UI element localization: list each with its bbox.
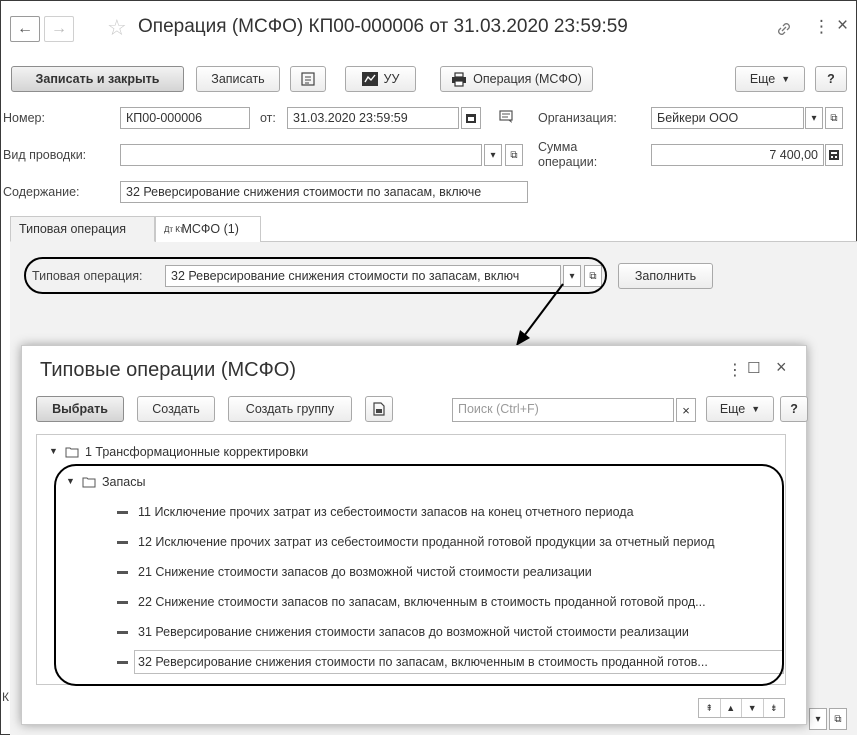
open-form-icon: ⧉ — [830, 112, 838, 124]
chevron-down-icon: ▾ — [811, 112, 817, 124]
more-button[interactable]: Еще ▼ — [735, 66, 805, 92]
chevron-down-icon: ▾ — [815, 713, 821, 725]
report-icon — [361, 72, 378, 86]
export-button[interactable] — [365, 396, 393, 422]
search-clear-button[interactable]: × — [676, 398, 696, 422]
tree-row-group[interactable]: ▼ 1 Трансформационные корректировки — [37, 437, 785, 467]
save-to-file-icon — [373, 402, 385, 416]
sum-label-line2: операции: — [538, 155, 598, 169]
window-title: Операция (МСФО) КП00-000006 от 31.03.202… — [138, 16, 628, 37]
calculator-icon — [829, 150, 839, 160]
forward-arrow-icon: → — [44, 16, 74, 42]
number-field[interactable]: КП00-000006 — [120, 107, 250, 129]
create-group-button[interactable]: Создать группу — [228, 396, 352, 422]
back-arrow-icon: ← — [10, 16, 40, 42]
chevron-down-icon: ▼ — [781, 74, 791, 84]
typical-operations-dialog: Типовые операции (МСФО) ⋮ ☐ × Выбрать Со… — [21, 345, 808, 725]
printer-icon — [452, 71, 467, 87]
content-field[interactable]: 32 Реверсирование снижения стоимости по … — [120, 181, 528, 203]
dialog-title: Типовые операции (МСФО) — [40, 359, 297, 381]
back-button[interactable]: ← — [10, 16, 40, 42]
close-icon: × — [682, 402, 690, 418]
scroll-up-icon[interactable]: ▲ — [721, 699, 742, 717]
entry-type-field[interactable] — [120, 144, 482, 166]
organization-dropdown-button[interactable]: ▾ — [805, 107, 823, 129]
chevron-down-icon: ▼ — [751, 404, 761, 414]
dialog-maximize-icon[interactable]: ☐ — [747, 359, 760, 377]
bottom-dropdown-button[interactable]: ▾ — [809, 708, 827, 730]
chevron-down-icon: ▾ — [490, 149, 496, 161]
open-form-icon: ⧉ — [510, 149, 518, 161]
number-label: Номер: — [3, 111, 45, 125]
link-icon[interactable] — [775, 20, 793, 41]
dialog-search-field[interactable]: Поиск (Ctrl+F) — [452, 398, 674, 422]
organization-label: Организация: — [538, 111, 617, 125]
help-button[interactable]: ? — [815, 66, 847, 92]
dialog-menu-icon[interactable]: ⋮ — [727, 360, 743, 380]
organization-open-button[interactable]: ⧉ — [825, 107, 843, 129]
date-field[interactable]: 31.03.2020 23:59:59 — [287, 107, 459, 129]
favorite-star-icon[interactable]: ☆ — [107, 15, 127, 41]
fill-button[interactable]: Заполнить — [618, 263, 713, 289]
print-operation-button[interactable]: Операция (МСФО) — [440, 66, 593, 92]
scroll-buttons: ⇞ ▲ ▼ ⇟ — [698, 698, 785, 718]
post-button[interactable] — [290, 66, 326, 92]
tab-typical-operation[interactable]: Типовая операция — [10, 216, 155, 242]
tab-ifrs[interactable]: Дт Кт МСФО (1) — [155, 216, 261, 242]
calculator-button[interactable] — [825, 144, 843, 166]
bottom-open-button[interactable]: ⧉ — [829, 708, 847, 730]
forward-button[interactable]: → — [44, 16, 74, 42]
comment-icon[interactable] — [499, 109, 515, 128]
sum-label-line1: Сумма — [538, 140, 578, 154]
date-label: от: — [260, 111, 276, 125]
dialog-more-button[interactable]: Еще ▼ — [706, 396, 774, 422]
entry-type-dropdown-button[interactable]: ▾ — [484, 144, 502, 166]
dialog-help-button[interactable]: ? — [780, 396, 808, 422]
post-document-icon — [301, 72, 315, 86]
highlight-ellipse-list — [54, 464, 784, 686]
entry-type-label: Вид проводки: — [3, 148, 87, 162]
window-menu-icon[interactable]: ⋮ — [813, 17, 830, 37]
bottom-left-edge: К — [2, 690, 9, 704]
save-and-close-button[interactable]: Записать и закрыть — [11, 66, 184, 92]
organization-field[interactable]: Бейкери ООО — [651, 107, 804, 129]
open-form-icon: ⧉ — [834, 713, 842, 725]
folder-icon — [65, 447, 79, 458]
scroll-first-icon[interactable]: ⇞ — [699, 699, 721, 717]
entry-type-open-button[interactable]: ⧉ — [505, 144, 523, 166]
window-close-icon[interactable]: × — [837, 15, 848, 37]
scroll-down-icon[interactable]: ▼ — [742, 699, 764, 717]
calendar-icon — [466, 114, 476, 123]
select-button[interactable]: Выбрать — [36, 396, 124, 422]
save-button[interactable]: Записать — [196, 66, 280, 92]
dialog-close-icon[interactable]: × — [776, 357, 787, 378]
calendar-button[interactable] — [461, 107, 481, 129]
debit-credit-icon: Дт Кт — [164, 224, 184, 234]
expand-chevron-icon[interactable]: ▼ — [49, 446, 58, 456]
sum-field[interactable]: 7 400,00 — [651, 144, 824, 166]
content-label: Содержание: — [3, 185, 80, 199]
tree-group-label: 1 Трансформационные корректировки — [85, 445, 309, 459]
scroll-last-icon[interactable]: ⇟ — [764, 699, 785, 717]
create-button[interactable]: Создать — [137, 396, 215, 422]
uu-button[interactable]: УУ — [345, 66, 416, 92]
pointer-arrow-icon — [516, 283, 564, 346]
